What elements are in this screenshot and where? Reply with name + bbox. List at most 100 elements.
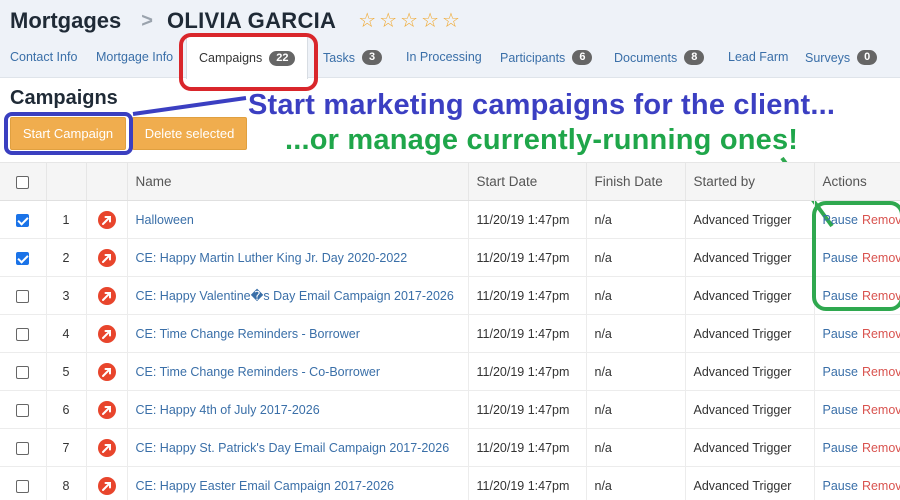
tab-mortgage-info[interactable]: Mortgage Info — [96, 50, 173, 64]
row-select-cell — [0, 352, 47, 391]
column-header-name[interactable]: Name — [127, 162, 469, 201]
pause-link[interactable]: Pause — [823, 289, 858, 303]
breadcrumb: Mortgages > OLIVIA GARCIA ☆ ☆ ☆ ☆ ☆ — [10, 8, 460, 34]
tab-participants[interactable]: Participants 6 — [500, 50, 593, 65]
remove-link[interactable]: Remove — [862, 479, 899, 493]
start-campaign-button[interactable]: Start Campaign — [10, 117, 126, 150]
row-number: 5 — [46, 352, 87, 391]
remove-link[interactable]: Remove — [862, 289, 899, 303]
campaign-arrow-icon — [97, 438, 116, 457]
column-header-finish-date[interactable]: Finish Date — [586, 162, 686, 201]
finish-date: n/a — [586, 314, 686, 353]
tab-count-badge: 6 — [572, 50, 593, 65]
table-row[interactable]: 8 CE: Happy Easter Email Campaign 2017-20… — [0, 466, 900, 500]
campaign-name-link[interactable]: CE: Time Change Reminders - Borrower — [127, 314, 469, 353]
table-row[interactable]: 3 CE: Happy Valentine�s Day Email Campaig… — [0, 276, 900, 315]
star-rating[interactable]: ☆ ☆ ☆ ☆ ☆ — [358, 11, 460, 31]
start-date: 11/20/19 1:47pm — [468, 352, 587, 391]
row-checkbox[interactable] — [16, 365, 30, 379]
campaign-arrow-icon — [97, 286, 116, 305]
pause-link[interactable]: Pause — [823, 441, 858, 455]
row-checkbox[interactable] — [16, 403, 30, 417]
star-icon[interactable]: ☆ — [442, 11, 460, 31]
row-icon-cell — [86, 428, 128, 467]
star-icon[interactable]: ☆ — [358, 11, 376, 31]
campaign-name-link[interactable]: CE: Happy Valentine�s Day Email Campaign… — [127, 276, 469, 315]
star-icon[interactable]: ☆ — [421, 11, 439, 31]
row-select-cell — [0, 466, 47, 500]
breadcrumb-root[interactable]: Mortgages — [10, 8, 121, 34]
column-header-actions: Actions — [814, 162, 900, 201]
remove-link[interactable]: Remove — [862, 213, 899, 227]
tab-lead-farm[interactable]: Lead Farm — [728, 50, 788, 64]
table-row[interactable]: 6 CE: Happy 4th of July 2017-2026 11/20/19… — [0, 390, 900, 429]
campaign-name-link[interactable]: CE: Happy 4th of July 2017-2026 — [127, 390, 469, 429]
campaign-name-link[interactable]: CE: Happy Easter Email Campaign 2017-202… — [127, 466, 469, 500]
row-select-cell — [0, 238, 47, 277]
row-checkbox[interactable] — [16, 479, 30, 493]
column-header-start-date[interactable]: Start Date — [468, 162, 587, 201]
remove-link[interactable]: Remove — [862, 327, 899, 341]
remove-link[interactable]: Remove — [862, 441, 899, 455]
started-by: Advanced Trigger — [685, 238, 815, 277]
breadcrumb-separator-icon: > — [141, 9, 153, 32]
tab-count-badge: 0 — [857, 50, 878, 65]
row-actions: Pause Remove — [814, 428, 900, 467]
pause-link[interactable]: Pause — [823, 479, 858, 493]
table-row[interactable]: 4 CE: Time Change Reminders - Borrower 11/… — [0, 314, 900, 353]
row-icon-cell — [86, 200, 128, 239]
column-header-started-by[interactable]: Started by — [685, 162, 815, 201]
campaign-name-link[interactable]: CE: Time Change Reminders - Co-Borrower — [127, 352, 469, 391]
row-select-cell — [0, 276, 47, 315]
record-header: Mortgages > OLIVIA GARCIA ☆ ☆ ☆ ☆ ☆ Cont… — [0, 0, 900, 79]
pause-link[interactable]: Pause — [823, 251, 858, 265]
row-actions: Pause Remove — [814, 238, 900, 277]
campaign-name-link[interactable]: CE: Happy Martin Luther King Jr. Day 202… — [127, 238, 469, 277]
star-icon[interactable]: ☆ — [379, 11, 397, 31]
campaign-arrow-icon — [97, 400, 116, 419]
start-date: 11/20/19 1:47pm — [468, 428, 587, 467]
row-checkbox[interactable] — [16, 441, 30, 455]
tab-in-processing[interactable]: In Processing — [406, 50, 482, 64]
tab-contact-info[interactable]: Contact Info — [10, 50, 77, 64]
table-row[interactable]: 5 CE: Time Change Reminders - Co-Borrower… — [0, 352, 900, 391]
pause-link[interactable]: Pause — [823, 213, 858, 227]
remove-link[interactable]: Remove — [862, 251, 899, 265]
table-row[interactable]: 2 CE: Happy Martin Luther King Jr. Day 20… — [0, 238, 900, 277]
row-actions: Pause Remove — [814, 314, 900, 353]
row-select-cell — [0, 390, 47, 429]
table-row[interactable]: 1 Halloween 11/20/19 1:47pm n/a Advanced Tri… — [0, 200, 900, 239]
table-row[interactable]: 7 CE: Happy St. Patrick's Day Email Campa… — [0, 428, 900, 467]
row-checkbox[interactable] — [16, 327, 30, 341]
remove-link[interactable]: Remove — [862, 403, 899, 417]
start-date: 11/20/19 1:47pm — [468, 238, 587, 277]
campaign-name-link[interactable]: CE: Happy St. Patrick's Day Email Campai… — [127, 428, 469, 467]
row-number: 1 — [46, 200, 87, 239]
tab-label: Tasks — [323, 50, 355, 65]
campaign-name-link[interactable]: Halloween — [127, 200, 469, 239]
tab-documents[interactable]: Documents 8 — [614, 50, 705, 65]
row-checkbox[interactable] — [16, 289, 30, 303]
started-by: Advanced Trigger — [685, 352, 815, 391]
finish-date: n/a — [586, 390, 686, 429]
star-icon[interactable]: ☆ — [400, 11, 418, 31]
finish-date: n/a — [586, 428, 686, 467]
client-name: OLIVIA GARCIA — [166, 8, 337, 33]
select-all-checkbox[interactable] — [16, 175, 30, 189]
row-checkbox[interactable] — [16, 251, 30, 265]
tab-label: Surveys — [805, 50, 851, 65]
pause-link[interactable]: Pause — [823, 403, 858, 417]
tab-campaigns[interactable]: Campaigns 22 — [186, 36, 309, 79]
campaign-arrow-icon — [97, 210, 116, 229]
annotation-manage-campaigns: ...or manage currently-running ones! — [285, 124, 799, 156]
pause-link[interactable]: Pause — [823, 365, 858, 379]
tab-surveys[interactable]: Surveys 0 — [805, 50, 878, 65]
started-by: Advanced Trigger — [685, 428, 815, 467]
remove-link[interactable]: Remove — [862, 365, 899, 379]
delete-selected-button[interactable]: Delete selected — [132, 117, 247, 150]
row-checkbox[interactable] — [16, 213, 30, 227]
record-tabs: Contact Info Mortgage Info Campaigns 22 … — [0, 36, 900, 79]
tab-tasks[interactable]: Tasks 3 — [323, 50, 383, 65]
row-icon-cell — [86, 466, 128, 500]
pause-link[interactable]: Pause — [823, 327, 858, 341]
